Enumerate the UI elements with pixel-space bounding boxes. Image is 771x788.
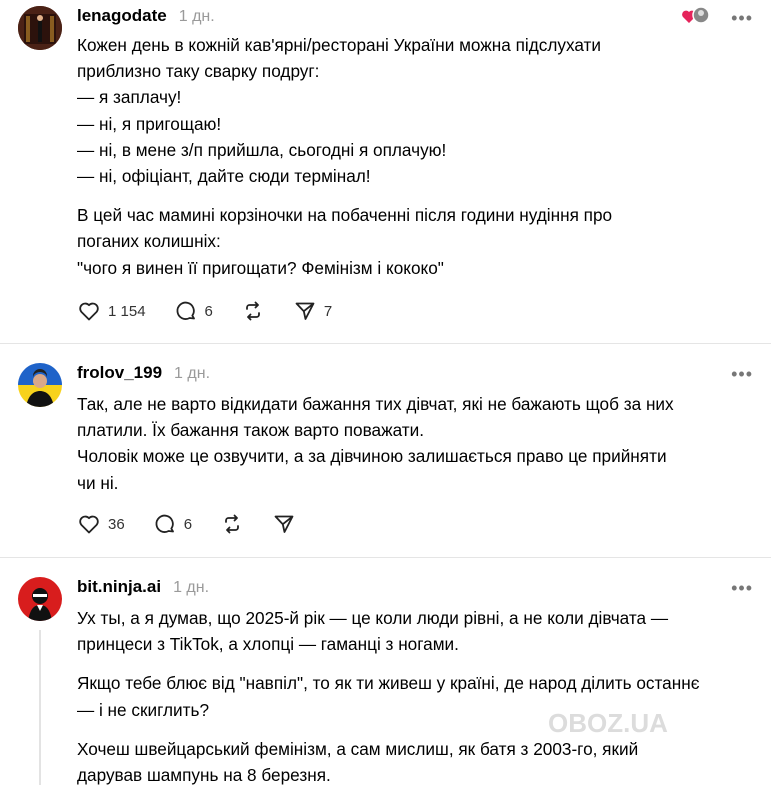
heart-icon [79, 302, 99, 321]
post-header: lenagodate 1 дн. [77, 6, 215, 26]
thread-connector-line [39, 630, 41, 785]
post-text: Так, але не варто відкидати бажання тих … [77, 391, 743, 496]
timestamp[interactable]: 1 дн. [173, 579, 209, 597]
repost-icon [225, 514, 239, 534]
timestamp[interactable]: 1 дн. [179, 8, 215, 26]
heart-icon [79, 515, 99, 534]
thread-post: frolov_199 1 дн. ••• Так, але не варто в… [0, 344, 771, 558]
text-line: Чоловік може це озвучити, а за дівчиною … [77, 446, 667, 467]
text-line: — я заплачу! [77, 87, 182, 108]
post-text: Кожен день в кожній кав'ярні/ресторані У… [77, 32, 743, 281]
post-actions: 1 154 6 7 [77, 299, 360, 323]
reply-count: 6 [204, 302, 213, 320]
post-text: Ух ты, а я думав, що 2025-й рік — це кол… [77, 605, 743, 788]
more-options-button[interactable]: ••• [731, 364, 753, 385]
repost-button[interactable] [241, 299, 265, 323]
share-count: 7 [323, 302, 333, 320]
post-header: frolov_199 1 дн. [77, 363, 210, 383]
username[interactable]: frolov_199 [77, 363, 162, 383]
share-button[interactable]: 7 [293, 299, 332, 323]
comment-icon [155, 514, 174, 533]
liked-by-avatars[interactable] [681, 6, 711, 26]
text-line: — ні, в мене з/п прийшла, сьогодні я опл… [77, 139, 447, 160]
send-icon [295, 302, 315, 320]
like-count: 1 154 [108, 302, 146, 320]
like-button[interactable]: 1 154 [77, 299, 146, 323]
send-icon [274, 515, 294, 533]
text-line: поганих колишніх: [77, 231, 221, 252]
watermark: OBOZ.UA [548, 708, 668, 738]
text-line: чи ні. [77, 472, 119, 493]
username[interactable]: bit.ninja.ai [77, 577, 161, 597]
repost-icon [245, 301, 260, 321]
more-options-button[interactable]: ••• [731, 578, 753, 599]
text-line: Хочеш швейцарський фемінізм, а сам мисли… [77, 738, 639, 759]
text-line: принцеси з TikTok, а хлопці — гаманці з … [77, 634, 459, 655]
username[interactable]: lenagodate [77, 6, 167, 26]
text-line: приблизно таку сварку подруг: [77, 61, 320, 82]
share-button[interactable] [272, 512, 296, 536]
text-line: Кожен день в кожній кав'ярні/ресторані У… [77, 35, 602, 55]
text-line: В цей час мамині корзіночки на побаченні… [77, 205, 613, 226]
text-line: Так, але не варто відкидати бажання тих … [77, 394, 674, 414]
like-button[interactable]: 36 [77, 512, 125, 536]
text-line: дарував шампунь на 8 березня. [77, 765, 331, 786]
repost-button[interactable] [220, 512, 244, 536]
post-actions: 36 6 [77, 512, 324, 536]
text-line: "чого я винен її пригощати? Фемінізм і к… [77, 257, 444, 278]
thread-post: lenagodate 1 дн. ••• Кожен день в кожній… [0, 0, 771, 344]
comment-icon [176, 301, 195, 320]
post-header: bit.ninja.ai 1 дн. [77, 577, 209, 597]
timestamp[interactable]: 1 дн. [174, 365, 210, 383]
thread-post: bit.ninja.ai 1 дн. ••• Ух ты, а я думав,… [0, 558, 771, 787]
text-line: Ух ты, а я думав, що 2025-й рік — це кол… [77, 608, 669, 628]
avatar[interactable] [18, 577, 62, 621]
text-line: Якщо тебе блює від "навпіл", то як ти жи… [77, 673, 700, 694]
avatar[interactable] [18, 6, 62, 50]
reply-button[interactable]: 6 [174, 299, 213, 323]
text-line: платили. Їх бажання також варто поважати… [77, 420, 425, 441]
reply-button[interactable]: 6 [153, 512, 192, 536]
text-line: — ні, офіціант, дайте сюди термінал! [77, 166, 371, 187]
text-line: — ні, я пригощаю! [77, 113, 222, 134]
avatar[interactable] [18, 363, 62, 407]
reply-count: 6 [183, 515, 193, 533]
like-count: 36 [108, 515, 125, 533]
more-options-button[interactable]: ••• [731, 8, 753, 29]
